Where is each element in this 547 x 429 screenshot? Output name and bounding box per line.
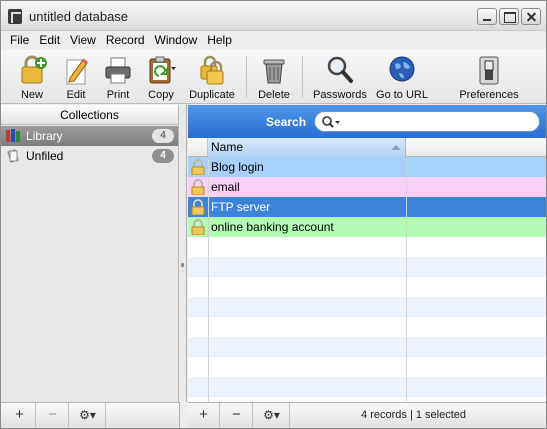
record-name: FTP server (211, 200, 271, 214)
lock-icon (191, 199, 205, 215)
edit-button[interactable]: Edit (57, 52, 95, 102)
lock-icon (191, 219, 205, 235)
gear-icon: ⚙▾ (79, 408, 96, 422)
count-badge: 4 (152, 129, 174, 143)
column-divider (406, 157, 407, 402)
collection-label: Unfiled (26, 149, 64, 163)
record-name: online banking account (211, 220, 334, 234)
window-title: untitled database (29, 9, 129, 24)
collections-footer: + − ⚙▾ (1, 402, 180, 428)
duplicate-label: Duplicate (189, 89, 235, 101)
clipboard-icon (149, 56, 176, 84)
table-row[interactable]: FTP server (188, 197, 546, 217)
count-badge: 4 (152, 149, 174, 163)
record-name: Blog login (211, 160, 264, 174)
app-icon (8, 9, 22, 24)
records-footer: + − ⚙▾ 4 records | 1 selected (188, 402, 546, 428)
menu-bar: File Edit View Record Window Help (1, 32, 546, 49)
new-lock-icon (21, 55, 47, 84)
collection-item-library[interactable]: Library 4 (1, 126, 178, 146)
minimize-button[interactable] (477, 8, 497, 25)
maximize-button[interactable] (499, 8, 519, 25)
splitter-grip-icon (181, 263, 184, 267)
collections-action-menu[interactable]: ⚙▾ (70, 403, 106, 428)
table-row[interactable]: Blog login (188, 157, 546, 177)
gear-icon: ⚙▾ (263, 408, 280, 422)
records-table: Blog login email FTP server online banki… (188, 157, 546, 402)
menu-file[interactable]: File (5, 32, 34, 49)
preferences-button[interactable]: Preferences (456, 52, 522, 102)
title-bar[interactable]: untitled database (1, 1, 546, 31)
passwords-label: Passwords (313, 89, 367, 101)
copy-label: Copy (148, 89, 174, 101)
search-icon (322, 116, 340, 128)
printer-icon (105, 57, 131, 84)
toolbar: New Edit Print Copy Duplicate Delete Pas… (1, 50, 546, 104)
delete-button[interactable]: Delete (253, 52, 295, 102)
table-row[interactable]: email (188, 177, 546, 197)
menu-edit[interactable]: Edit (34, 32, 65, 49)
name-column-label: Name (211, 140, 244, 154)
search-field[interactable] (314, 111, 540, 132)
menu-window[interactable]: Window (150, 32, 203, 49)
add-record-button[interactable]: + (188, 403, 220, 428)
search-label: Search (266, 115, 307, 129)
remove-record-button[interactable]: − (221, 403, 253, 428)
name-column-header[interactable]: Name (208, 138, 406, 157)
records-pane: Search Name Blog login email FTP server … (188, 105, 546, 402)
status-text: 4 records | 1 selected (361, 409, 466, 421)
duplicate-button[interactable]: Duplicate (186, 52, 238, 102)
collections-pane: Collections Library 4 Unfiled 4 (1, 105, 179, 402)
duplicate-lock-icon (200, 55, 224, 85)
new-label: New (20, 89, 43, 101)
lock-icon (191, 179, 205, 195)
menu-help[interactable]: Help (202, 32, 237, 49)
magnifier-icon (327, 56, 353, 83)
records-action-menu[interactable]: ⚙▾ (254, 403, 290, 428)
trash-icon (263, 59, 285, 84)
collection-item-unfiled[interactable]: Unfiled 4 (1, 146, 178, 166)
lock-icon (191, 159, 205, 175)
search-bar: Search (188, 105, 546, 138)
collection-label: Library (26, 129, 63, 143)
print-button[interactable]: Print (99, 52, 137, 102)
lock-column-header[interactable] (188, 138, 208, 157)
add-collection-button[interactable]: + (4, 403, 36, 428)
passwords-button[interactable]: Passwords (311, 52, 369, 102)
preferences-label: Preferences (459, 89, 519, 101)
unfiled-papers-icon (7, 149, 19, 163)
close-button[interactable] (521, 8, 541, 25)
pane-splitter[interactable] (179, 105, 187, 402)
table-row[interactable]: online banking account (188, 217, 546, 237)
remove-collection-button[interactable]: − (37, 403, 69, 428)
globe-icon (389, 56, 415, 82)
go-to-url-button[interactable]: Go to URL (374, 52, 430, 102)
switch-icon (479, 56, 499, 85)
delete-label: Delete (258, 89, 290, 101)
empty-column-header[interactable] (407, 138, 546, 157)
sort-ascending-icon (391, 145, 401, 150)
copy-button[interactable]: Copy (139, 52, 183, 102)
collections-header: Collections (1, 105, 178, 125)
table-header: Name (188, 138, 546, 157)
column-divider (208, 157, 209, 402)
print-label: Print (106, 89, 130, 101)
new-button[interactable]: New (11, 52, 53, 102)
search-input[interactable] (345, 114, 531, 129)
menu-view[interactable]: View (65, 32, 101, 49)
pencil-icon (66, 58, 88, 85)
menu-record[interactable]: Record (101, 32, 150, 49)
toolbar-separator (246, 56, 247, 98)
go-to-url-label: Go to URL (376, 89, 428, 101)
toolbar-separator (302, 56, 303, 98)
edit-label: Edit (66, 89, 86, 101)
app-window: untitled database File Edit View Record … (0, 0, 547, 429)
library-icon (6, 129, 20, 142)
record-name: email (211, 180, 240, 194)
